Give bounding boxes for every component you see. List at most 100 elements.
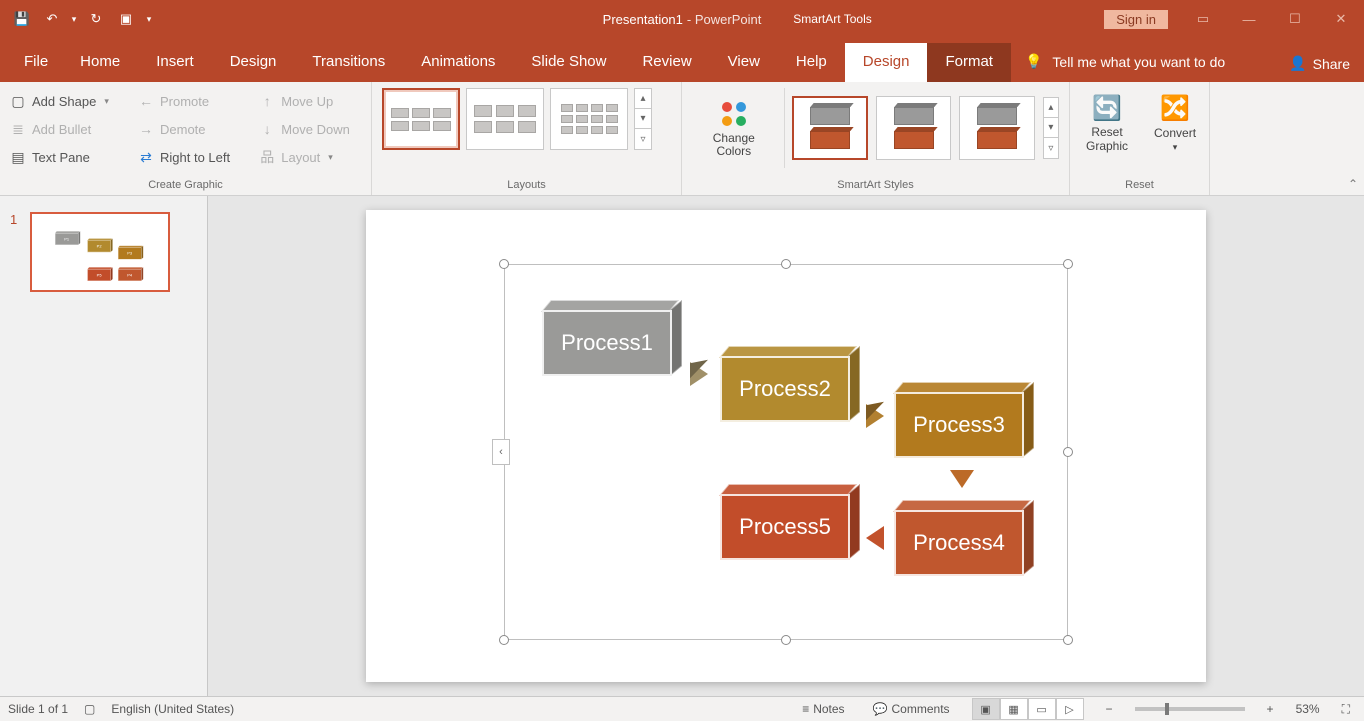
sign-in-button[interactable]: Sign in xyxy=(1104,10,1168,29)
slide-editor[interactable]: ‹ Process1 Process2 Process3 Process4 xyxy=(208,196,1364,696)
fit-to-window-icon[interactable]: ⛶ xyxy=(1336,697,1356,721)
save-icon[interactable]: 💾 xyxy=(8,5,36,33)
change-colors-button[interactable]: Change Colors xyxy=(692,94,776,162)
resize-handle-ne[interactable] xyxy=(1063,259,1073,269)
gallery-expand-icon[interactable]: ▿ xyxy=(1044,138,1058,158)
arrow-icon-2 xyxy=(866,404,884,428)
reading-view-icon[interactable]: ▭ xyxy=(1028,698,1056,720)
text-pane-button[interactable]: ▤Text Pane xyxy=(10,144,120,170)
comments-button[interactable]: 💬Comments xyxy=(867,697,956,721)
redo-icon[interactable]: ↻ xyxy=(82,5,110,33)
right-to-left-button[interactable]: ⇄Right to Left xyxy=(138,144,241,170)
layouts-gallery-spinner[interactable]: ▴ ▾ ▿ xyxy=(634,88,652,150)
collapse-ribbon-icon[interactable]: ⌃ xyxy=(1348,177,1358,191)
resize-handle-e[interactable] xyxy=(1063,447,1073,457)
reset-icon: 🔄 xyxy=(1091,92,1123,124)
tab-home[interactable]: Home xyxy=(62,43,138,82)
bullet-icon: ≣ xyxy=(10,121,26,137)
tell-me-search[interactable]: 💡 Tell me what you want to do xyxy=(1011,53,1239,82)
layout-option-3[interactable] xyxy=(550,88,628,150)
layout-option-1[interactable] xyxy=(382,88,460,150)
scroll-down-icon[interactable]: ▾ xyxy=(1044,118,1058,138)
zoom-out-button[interactable]: − xyxy=(1100,697,1119,721)
layout-button: 品Layout▾ xyxy=(259,144,361,170)
group-label: Reset xyxy=(1080,179,1199,193)
scroll-up-icon[interactable]: ▴ xyxy=(1044,98,1058,118)
undo-dropdown-icon[interactable]: ▾ xyxy=(68,5,80,33)
style-option-3[interactable] xyxy=(959,96,1034,160)
ribbon-display-options-icon[interactable]: ▭ xyxy=(1180,4,1226,34)
zoom-level[interactable]: 53% xyxy=(1296,702,1320,716)
qat-customize-icon[interactable]: ▾ xyxy=(142,5,156,33)
scroll-down-icon[interactable]: ▾ xyxy=(635,109,651,129)
zoom-slider[interactable] xyxy=(1135,707,1245,711)
process-node-2[interactable]: Process2 xyxy=(720,356,850,422)
arrow-left-icon: ← xyxy=(138,93,154,109)
resize-handle-se[interactable] xyxy=(1063,635,1073,645)
tab-insert[interactable]: Insert xyxy=(138,43,212,82)
tab-review[interactable]: Review xyxy=(624,43,709,82)
reset-graphic-button[interactable]: 🔄 Reset Graphic xyxy=(1080,88,1134,157)
style-option-2[interactable] xyxy=(876,96,951,160)
slide-sorter-view-icon[interactable]: ▦ xyxy=(1000,698,1028,720)
tab-file[interactable]: File xyxy=(16,43,62,82)
share-button[interactable]: 👤 Share xyxy=(1289,55,1350,72)
share-label: Share xyxy=(1313,56,1350,72)
zoom-in-button[interactable]: + xyxy=(1261,697,1280,721)
tab-help[interactable]: Help xyxy=(778,43,845,82)
process-node-1[interactable]: Process1 xyxy=(542,310,672,376)
window-title: Presentation1 - PowerPoint xyxy=(603,12,762,27)
slide-count[interactable]: Slide 1 of 1 xyxy=(8,702,68,716)
slide-thumbnail-pane[interactable]: 1 P1 P2 P3 P4 P5 xyxy=(0,196,208,696)
text-pane-toggle[interactable]: ‹ xyxy=(492,439,510,465)
change-colors-icon xyxy=(718,98,750,130)
minimize-icon[interactable]: — xyxy=(1226,4,1272,34)
spellcheck-icon[interactable]: ▢ xyxy=(84,702,95,716)
tab-slide-show[interactable]: Slide Show xyxy=(513,43,624,82)
add-shape-button[interactable]: ▢Add Shape▾ xyxy=(10,88,120,114)
normal-view-icon[interactable]: ▣ xyxy=(972,698,1000,720)
move-down-button: ↓Move Down xyxy=(259,116,361,142)
group-smartart-styles: Change Colors ▴ ▾ ▿ SmartArt Styles xyxy=(682,82,1070,195)
maximize-icon[interactable]: ☐ xyxy=(1272,4,1318,34)
thumbnail-preview[interactable]: P1 P2 P3 P4 P5 xyxy=(30,212,170,292)
zoom-slider-thumb[interactable] xyxy=(1165,703,1169,715)
tab-design[interactable]: Design xyxy=(212,43,295,82)
process-node-3[interactable]: Process3 xyxy=(894,392,1024,458)
close-icon[interactable]: ✕ xyxy=(1318,4,1364,34)
contextual-tab-label: SmartArt Tools xyxy=(776,12,889,26)
view-buttons: ▣ ▦ ▭ ▷ xyxy=(972,698,1084,720)
group-label: Create Graphic xyxy=(10,179,361,193)
ribbon-tabs: File Home Insert Design Transitions Anim… xyxy=(0,38,1364,82)
arrow-icon-3 xyxy=(950,470,974,488)
process-node-4[interactable]: Process4 xyxy=(894,510,1024,576)
resize-handle-sw[interactable] xyxy=(499,635,509,645)
slide-thumbnail-1[interactable]: 1 P1 P2 P3 P4 P5 xyxy=(10,212,197,292)
slide-canvas[interactable]: ‹ Process1 Process2 Process3 Process4 xyxy=(366,210,1206,682)
language-label[interactable]: English (United States) xyxy=(111,702,234,716)
start-from-beginning-icon[interactable]: ▣ xyxy=(112,5,140,33)
resize-handle-nw[interactable] xyxy=(499,259,509,269)
layout-option-2[interactable] xyxy=(466,88,544,150)
chevron-down-icon[interactable]: ▾ xyxy=(104,96,109,107)
style-option-1[interactable] xyxy=(792,96,868,160)
process-node-5[interactable]: Process5 xyxy=(720,494,850,560)
notes-button[interactable]: ≡Notes xyxy=(796,697,850,721)
gallery-expand-icon[interactable]: ▿ xyxy=(635,129,651,149)
tab-animations[interactable]: Animations xyxy=(403,43,513,82)
lightbulb-icon: 💡 xyxy=(1025,53,1042,70)
slideshow-view-icon[interactable]: ▷ xyxy=(1056,698,1084,720)
tab-view[interactable]: View xyxy=(710,43,778,82)
tab-smartart-format[interactable]: Format xyxy=(927,43,1011,82)
smartart-selection[interactable]: ‹ Process1 Process2 Process3 Process4 xyxy=(504,264,1068,640)
convert-button[interactable]: 🔀 Convert ▾ xyxy=(1148,88,1202,157)
resize-handle-n[interactable] xyxy=(781,259,791,269)
tab-smartart-design[interactable]: Design xyxy=(845,43,928,82)
resize-handle-s[interactable] xyxy=(781,635,791,645)
group-label: SmartArt Styles xyxy=(692,179,1059,193)
tab-transitions[interactable]: Transitions xyxy=(294,43,403,82)
styles-gallery-spinner[interactable]: ▴ ▾ ▿ xyxy=(1043,97,1059,159)
scroll-up-icon[interactable]: ▴ xyxy=(635,89,651,109)
undo-icon[interactable]: ↶ xyxy=(38,5,66,33)
ribbon: ▢Add Shape▾ ←Promote ↑Move Up ≣Add Bulle… xyxy=(0,82,1364,196)
